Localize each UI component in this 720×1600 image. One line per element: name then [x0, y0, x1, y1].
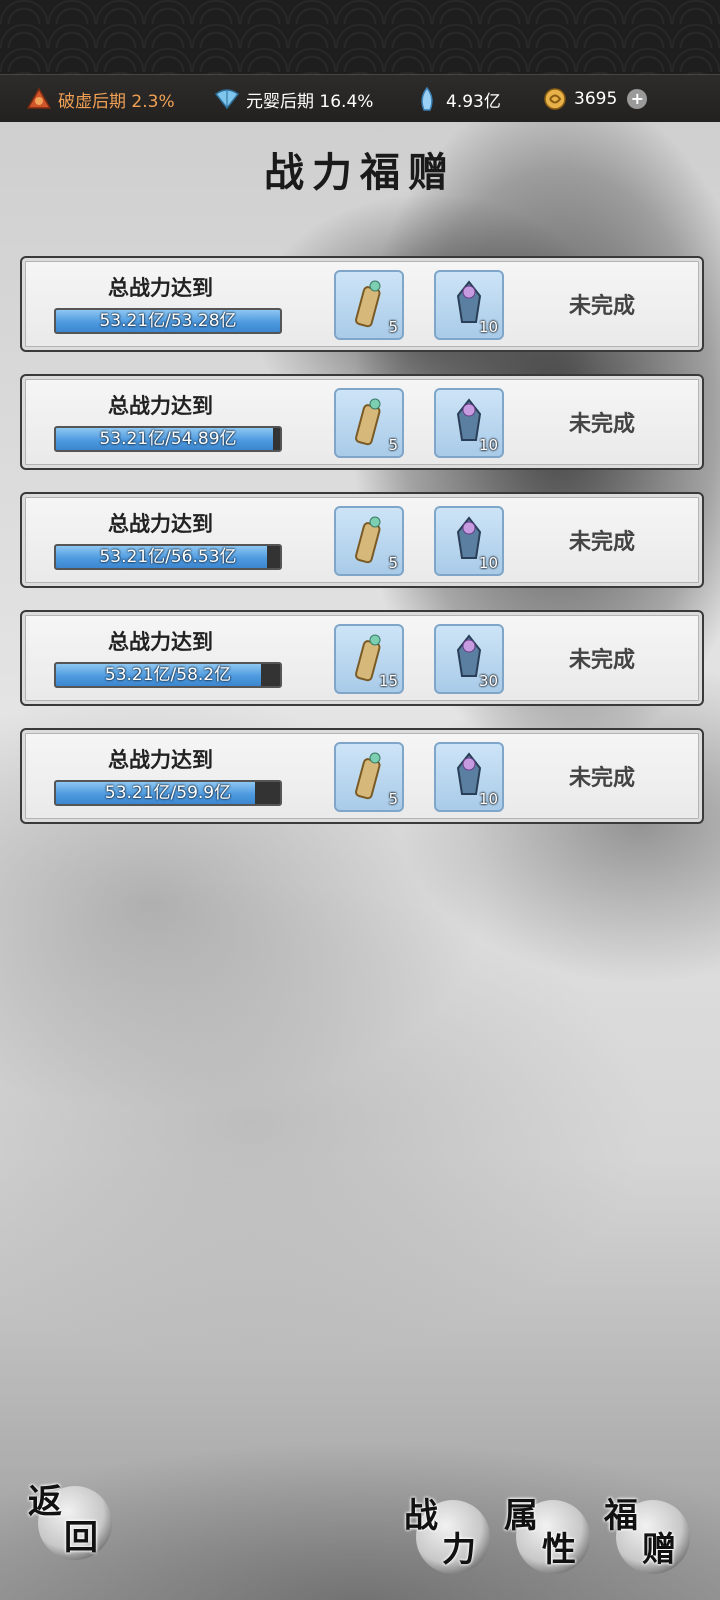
reward-count: 10: [478, 554, 498, 572]
fan-icon: [214, 89, 240, 110]
reward-row: 总战力达到 53.21亿/56.53亿 5 10 未完成: [20, 492, 704, 588]
tab-gift-char-2: 赠: [642, 1530, 676, 1570]
progress-text: 53.21亿/53.28亿: [99, 311, 237, 331]
reward-item-scroll[interactable]: 5: [334, 506, 404, 576]
status-badge: 未完成: [568, 412, 635, 437]
tab-power[interactable]: 战 力: [404, 1492, 494, 1582]
tab-power-char-2: 力: [442, 1530, 476, 1570]
reward-count: 10: [478, 790, 498, 808]
reward-count: 5: [388, 318, 398, 336]
power-progress-bar: 53.21亿/54.89亿: [54, 426, 282, 452]
crystal-amount: 4.93亿: [446, 91, 501, 112]
reward-count: 5: [388, 436, 398, 454]
reward-condition-label: 总战力达到: [108, 276, 213, 300]
reward-item-scroll[interactable]: 5: [334, 388, 404, 458]
reward-count: 5: [388, 554, 398, 572]
realm-emblem-icon: [26, 87, 52, 109]
progress-text: 53.21亿/58.2亿: [104, 665, 232, 685]
reward-item-lantern[interactable]: 10: [434, 506, 504, 576]
status-badge: 未完成: [568, 648, 635, 673]
reward-count: 15: [378, 672, 398, 690]
coin-swirl-icon: [544, 88, 566, 110]
tab-gift[interactable]: 福 赠: [604, 1492, 694, 1582]
gold-currency: 3695 +: [542, 75, 648, 123]
status-badge: 未完成: [568, 294, 635, 319]
realm-primary-text: 破虚后期 2.3%: [58, 91, 175, 112]
reward-item-lantern[interactable]: 10: [434, 742, 504, 812]
reward-count: 10: [478, 436, 498, 454]
back-char-1: 返: [28, 1482, 62, 1522]
tab-power-char-1: 战: [404, 1496, 438, 1536]
reward-condition-label: 总战力达到: [108, 512, 213, 536]
resource-status-bar: 破虚后期 2.3% 元婴后期 16.4% 4.93亿 3695 +: [0, 74, 720, 124]
power-progress-bar: 53.21亿/58.2亿: [54, 662, 282, 688]
top-decorative-band: [0, 0, 720, 74]
reward-count: 10: [478, 318, 498, 336]
reward-item-lantern[interactable]: 10: [434, 270, 504, 340]
realm-secondary-text: 元婴后期 16.4%: [246, 91, 374, 112]
realm-primary: 破虚后期 2.3%: [26, 75, 175, 123]
page-title: 战力福赠: [264, 149, 456, 196]
crystal-currency: 4.93亿: [414, 75, 501, 123]
reward-row: 总战力达到 53.21亿/59.9亿 5 10 未完成: [20, 728, 704, 824]
back-char-2: 回: [64, 1518, 98, 1558]
status-badge: 未完成: [568, 766, 635, 791]
reward-item-scroll[interactable]: 15: [334, 624, 404, 694]
reward-row: 总战力达到 53.21亿/53.28亿 5 10 未完成: [20, 256, 704, 352]
power-progress-bar: 53.21亿/53.28亿: [54, 308, 282, 334]
reward-item-scroll[interactable]: 5: [334, 270, 404, 340]
reward-item-lantern[interactable]: 30: [434, 624, 504, 694]
reward-count: 5: [388, 790, 398, 808]
progress-text: 53.21亿/54.89亿: [99, 429, 237, 449]
reward-condition-label: 总战力达到: [108, 748, 213, 772]
power-progress-bar: 53.21亿/56.53亿: [54, 544, 282, 570]
add-currency-button[interactable]: +: [627, 89, 648, 109]
back-button[interactable]: 返 回: [24, 1478, 114, 1568]
reward-condition-label: 总战力达到: [108, 630, 213, 654]
reward-count: 30: [478, 672, 498, 690]
status-badge: 未完成: [568, 530, 635, 555]
realm-secondary: 元婴后期 16.4%: [214, 75, 373, 123]
tab-attributes[interactable]: 属 性: [504, 1492, 594, 1582]
reward-row: 总战力达到 53.21亿/58.2亿 15 30 未完成: [20, 610, 704, 706]
tab-attributes-char-1: 属: [504, 1496, 538, 1536]
crystal-icon: [421, 86, 433, 111]
power-progress-bar: 53.21亿/59.9亿: [54, 780, 282, 806]
tab-gift-char-1: 福: [604, 1496, 638, 1536]
reward-condition-label: 总战力达到: [108, 394, 213, 418]
progress-text: 53.21亿/59.9亿: [104, 783, 232, 803]
reward-row: 总战力达到 53.21亿/54.89亿 5 10 未完成: [20, 374, 704, 470]
reward-item-scroll[interactable]: 5: [334, 742, 404, 812]
reward-item-lantern[interactable]: 10: [434, 388, 504, 458]
gold-amount: 3695: [574, 89, 618, 109]
progress-text: 53.21亿/56.53亿: [99, 547, 237, 567]
tab-attributes-char-2: 性: [542, 1530, 576, 1570]
